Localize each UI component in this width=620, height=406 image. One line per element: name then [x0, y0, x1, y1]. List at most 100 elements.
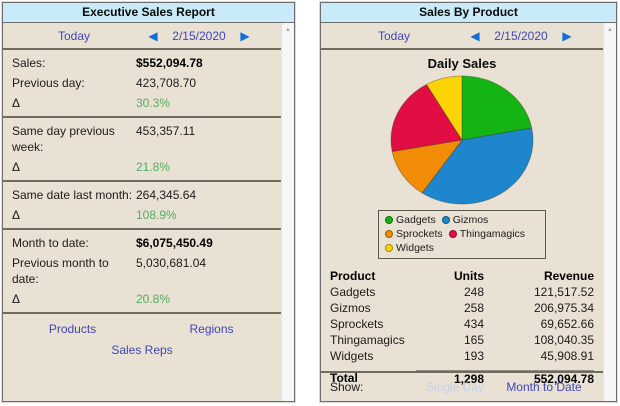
metric-delta-value: 108.9% [136, 207, 281, 223]
metric-label: Δ [12, 207, 136, 223]
metric-value: 423,708.70 [136, 75, 281, 91]
metric-section: Same day previous week:453,357.11Δ21.8% [3, 118, 281, 182]
cell-revenue: Revenue [484, 268, 594, 284]
cell-product: Widgets [330, 348, 416, 364]
table-row: Thingamagics165108,040.35 [330, 332, 594, 348]
legend-label: Widgets [396, 241, 434, 255]
chart-title: Daily Sales [321, 56, 603, 71]
cell-units: 258 [416, 300, 484, 316]
date-navigation: Today ◀ 2/15/2020 ▶ [321, 23, 603, 50]
table-row: Sprockets43469,652.66 [330, 316, 594, 332]
cell-units: 193 [416, 348, 484, 364]
previous-day-arrow-icon[interactable]: ◀ [145, 30, 161, 42]
cell-product: Gadgets [330, 284, 416, 300]
cell-units: 165 [416, 332, 484, 348]
metric-label: Δ [12, 291, 136, 307]
left-panel-scrollbar[interactable]: ▲ [281, 23, 294, 401]
metric-section: Sales:$552,094.78Previous day:423,708.70… [3, 50, 281, 118]
legend-dot-icon [385, 216, 393, 224]
panel-title: Sales By Product [321, 3, 616, 23]
legend-item-gizmos: Gizmos [442, 213, 489, 227]
metric-row: Δ30.3% [3, 93, 281, 113]
single-day-link[interactable]: Single Day [416, 380, 494, 394]
metric-row: Same date last month:264,345.64 [3, 185, 281, 205]
legend-item-thingamagics: Thingamagics [449, 227, 525, 241]
next-day-arrow-icon[interactable]: ▶ [559, 30, 575, 42]
metric-row: Sales:$552,094.78 [3, 53, 281, 73]
metric-label: Δ [12, 159, 136, 175]
pie-chart-legend: Gadgets Gizmos Sprockets Thingamagics Widget… [378, 210, 546, 259]
show-toggle-row: Show: Single Day Month to Date [321, 371, 603, 401]
report-links: Products Regions [3, 314, 281, 336]
table-row: Widgets19345,908.91 [330, 348, 594, 364]
legend-dot-icon [449, 230, 457, 238]
metric-row: Same day previous week:453,357.11 [3, 121, 281, 157]
selected-date[interactable]: 2/15/2020 [161, 29, 237, 43]
metric-label: Δ [12, 95, 136, 111]
metric-label: Month to date: [12, 235, 136, 251]
metric-delta-value: 30.3% [136, 95, 281, 111]
cell-units: Units [416, 268, 484, 284]
legend-label: Gizmos [453, 213, 489, 227]
metric-label: Same date last month: [12, 187, 136, 203]
cell-units: 434 [416, 316, 484, 332]
cell-revenue: 206,975.34 [484, 300, 594, 316]
metric-label: Same day previous week: [12, 123, 136, 155]
right-panel-scrollbar[interactable]: ▲ [603, 23, 616, 401]
table-row: Gadgets248121,517.52 [330, 284, 594, 300]
sales-metrics: Sales:$552,094.78Previous day:423,708.70… [3, 50, 281, 314]
show-label: Show: [330, 380, 416, 394]
metric-row: Previous day:423,708.70 [3, 73, 281, 93]
metric-value: 264,345.64 [136, 187, 281, 203]
scroll-up-icon[interactable]: ▲ [604, 23, 616, 33]
legend-label: Sprockets [396, 227, 443, 241]
panel-title: Executive Sales Report [3, 3, 294, 23]
products-link[interactable]: Products [3, 322, 142, 336]
legend-label: Thingamagics [460, 227, 525, 241]
metric-value: 453,357.11 [136, 123, 281, 155]
metric-row: Previous month to date:5,030,681.04 [3, 253, 281, 289]
product-table: ProductUnitsRevenueGadgets248121,517.52G… [330, 268, 594, 387]
sales-reps-link[interactable]: Sales Reps [111, 343, 172, 357]
metric-label: Sales: [12, 55, 136, 71]
cell-product: Sprockets [330, 316, 416, 332]
cell-product: Thingamagics [330, 332, 416, 348]
cell-product: Gizmos [330, 300, 416, 316]
regions-link[interactable]: Regions [142, 322, 281, 336]
previous-day-arrow-icon[interactable]: ◀ [467, 30, 483, 42]
executive-sales-report-panel: Executive Sales Report Today ◀ 2/15/2020… [2, 2, 295, 402]
legend-dot-icon [385, 230, 393, 238]
table-row: Gizmos258206,975.34 [330, 300, 594, 316]
legend-item-widgets: Widgets [385, 241, 434, 255]
metric-delta-value: 20.8% [136, 291, 281, 307]
metric-section: Same date last month:264,345.64Δ108.9% [3, 182, 281, 230]
metric-row: Δ108.9% [3, 205, 281, 225]
next-day-arrow-icon[interactable]: ▶ [237, 30, 253, 42]
legend-label: Gadgets [396, 213, 436, 227]
metric-delta-value: 21.8% [136, 159, 281, 175]
metric-row: Δ20.8% [3, 289, 281, 309]
metric-value: 5,030,681.04 [136, 255, 281, 287]
table-header-row: ProductUnitsRevenue [330, 268, 594, 284]
cell-revenue: 45,908.91 [484, 348, 594, 364]
legend-item-sprockets: Sprockets [385, 227, 443, 241]
metric-row: Δ21.8% [3, 157, 281, 177]
today-link[interactable]: Today [321, 29, 467, 43]
cell-product: Product [330, 268, 416, 284]
metric-label: Previous month to date: [12, 255, 136, 287]
cell-revenue: 108,040.35 [484, 332, 594, 348]
cell-units: 248 [416, 284, 484, 300]
cell-revenue: 69,652.66 [484, 316, 594, 332]
cell-revenue: 121,517.52 [484, 284, 594, 300]
scroll-up-icon[interactable]: ▲ [282, 23, 294, 33]
selected-date[interactable]: 2/15/2020 [483, 29, 559, 43]
daily-sales-pie-chart [382, 72, 542, 208]
month-to-date-link[interactable]: Month to Date [494, 380, 594, 394]
legend-item-gadgets: Gadgets [385, 213, 436, 227]
metric-label: Previous day: [12, 75, 136, 91]
metric-value: $552,094.78 [136, 55, 281, 71]
metric-row: Month to date:$6,075,450.49 [3, 233, 281, 253]
date-navigation: Today ◀ 2/15/2020 ▶ [3, 23, 281, 50]
today-link[interactable]: Today [3, 29, 145, 43]
sales-by-product-panel: Sales By Product Today ◀ 2/15/2020 ▶ Dai… [320, 2, 617, 402]
